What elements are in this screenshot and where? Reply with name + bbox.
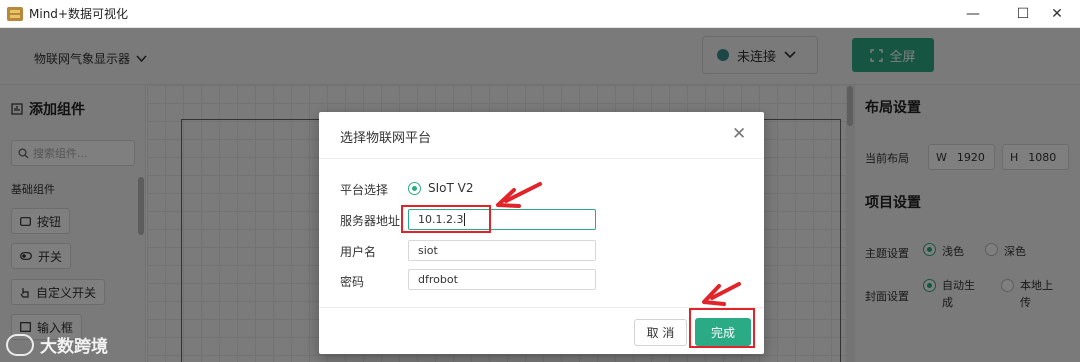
window-title: Mind+数据可视化: [29, 7, 128, 21]
username-input[interactable]: siot: [408, 240, 596, 261]
dialog-title: 选择物联网平台: [340, 131, 432, 146]
annotation-box-server-address: [401, 205, 491, 233]
platform-option-label: SIoT V2: [428, 181, 474, 195]
password-label: 密码: [340, 275, 365, 289]
username-label: 用户名: [340, 245, 377, 259]
close-button[interactable]: ✕: [1034, 0, 1080, 28]
radio-selected-icon: [408, 181, 421, 195]
password-input[interactable]: dfrobot: [408, 269, 596, 290]
watermark-logo-icon: [6, 333, 34, 356]
minimize-button[interactable]: —: [950, 0, 996, 28]
server-address-label: 服务器地址: [340, 214, 401, 228]
platform-option-siot[interactable]: SIoT V2: [408, 181, 474, 195]
dialog-header: 选择物联网平台 ✕: [319, 112, 764, 159]
username-value: siot: [418, 244, 438, 257]
watermark-text: 大数跨境: [40, 337, 108, 357]
platform-label: 平台选择: [340, 183, 389, 197]
close-icon[interactable]: ✕: [732, 124, 746, 144]
watermark: 大数跨境: [6, 332, 108, 357]
app-logo-icon: [7, 6, 23, 21]
password-value: dfrobot: [418, 273, 458, 286]
window-titlebar: Mind+数据可视化 — ☐ ✕: [0, 0, 1080, 28]
annotation-box-done-button: [689, 308, 755, 348]
cancel-button[interactable]: 取 消: [634, 319, 687, 346]
